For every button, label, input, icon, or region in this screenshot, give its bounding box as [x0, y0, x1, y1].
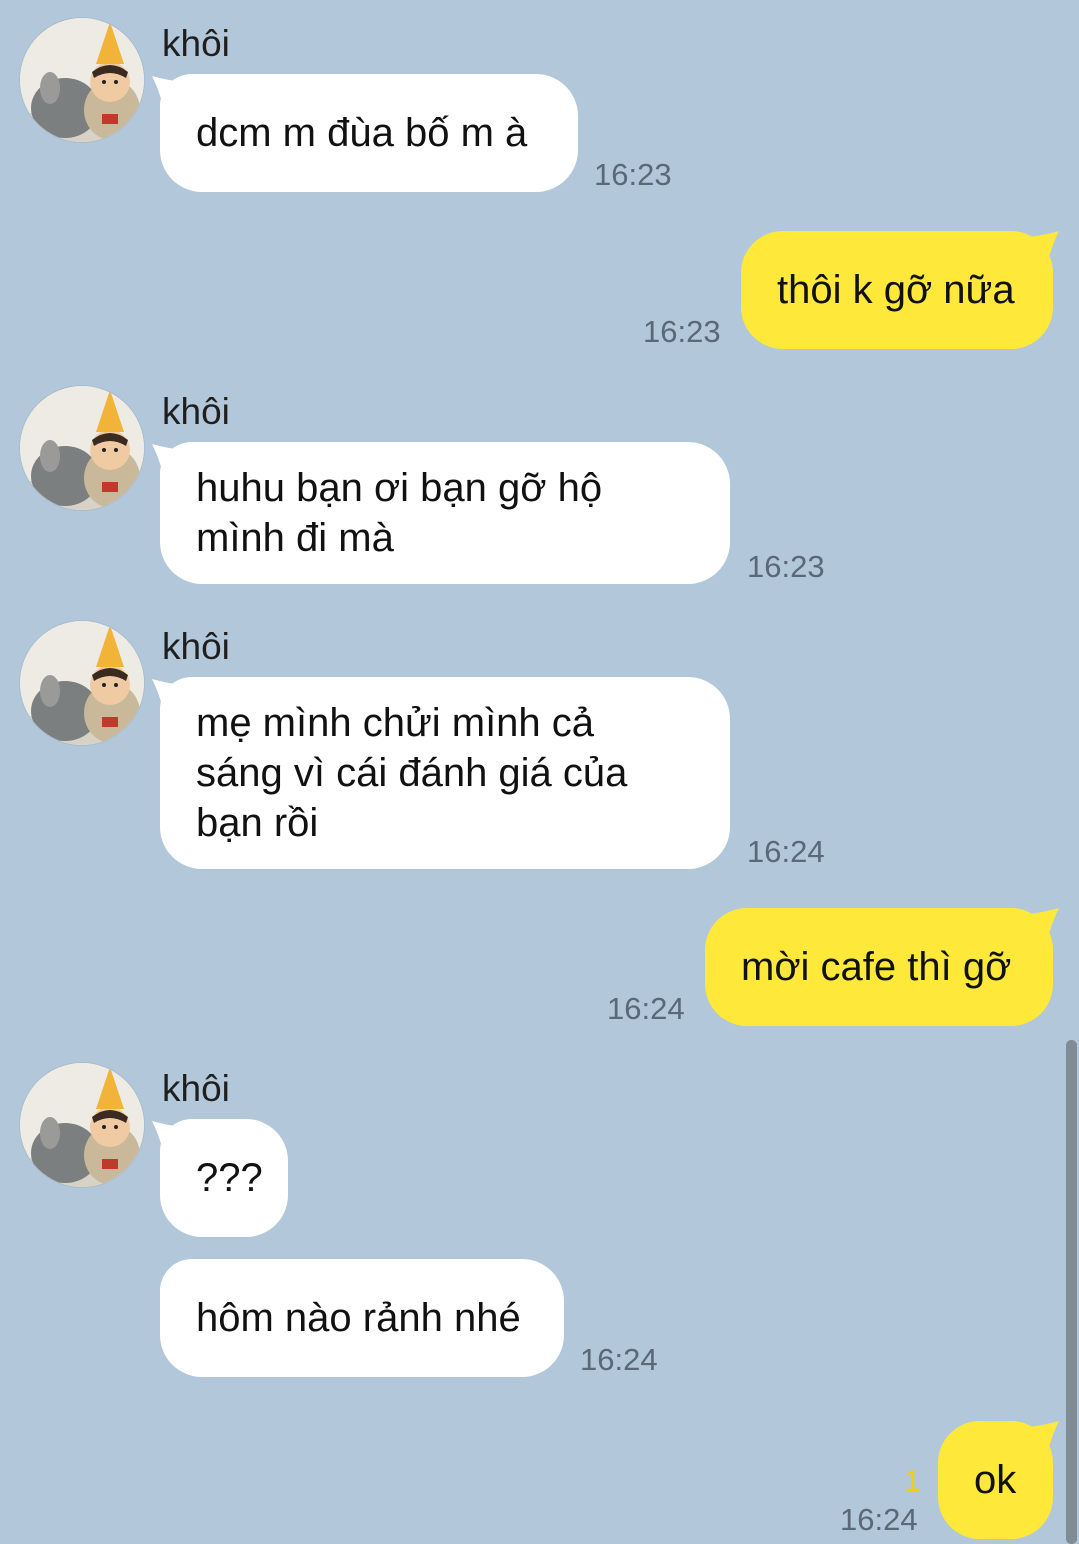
sender-name: khôi — [162, 1068, 230, 1109]
bubble-tail-icon — [152, 444, 182, 470]
avatar[interactable] — [20, 386, 144, 510]
message-text: thôi k gỡ nữa — [777, 268, 1015, 312]
unread-count-badge: 1 — [904, 1465, 921, 1498]
bubble-tail-icon — [152, 679, 182, 705]
message-time: 16:23 — [594, 157, 672, 192]
message-text: dcm m đùa bố m à — [196, 111, 528, 155]
bubble-tail-icon — [152, 1121, 182, 1147]
message-text: mời cafe thì gỡ — [741, 945, 1012, 989]
avatar[interactable] — [20, 1063, 144, 1187]
sender-name: khôi — [162, 23, 230, 64]
incoming-message-bubble[interactable]: huhu bạn ơi bạn gỡ hộ mình đi mà — [160, 442, 730, 584]
outgoing-message-bubble[interactable]: mời cafe thì gỡ — [705, 908, 1053, 1026]
sender-name: khôi — [162, 391, 230, 432]
message-time: 16:23 — [643, 314, 721, 349]
message-text: ??? — [196, 1156, 263, 1200]
bubble-tail-icon — [1029, 231, 1059, 257]
bubble-tail-icon — [1029, 1421, 1059, 1447]
message-text: ok — [974, 1458, 1017, 1502]
message-time: 16:24 — [840, 1502, 918, 1537]
message-time: 16:23 — [747, 549, 825, 584]
message-text: huhu bạn ơi bạn gỡ hộ mình đi mà — [196, 466, 603, 560]
message-time: 16:24 — [607, 991, 685, 1026]
sender-name: khôi — [162, 626, 230, 667]
outgoing-message-bubble[interactable]: thôi k gỡ nữa — [741, 231, 1053, 349]
scrollbar[interactable] — [1066, 1040, 1077, 1544]
message-text: mẹ mình chửi mình cả sáng vì cái đánh gi… — [196, 701, 628, 845]
incoming-message-bubble[interactable]: dcm m đùa bố m à — [160, 74, 578, 192]
message-text: hôm nào rảnh nhé — [196, 1296, 521, 1340]
message-time: 16:24 — [747, 834, 825, 869]
bubble-tail-icon — [1029, 908, 1059, 934]
message-time: 16:24 — [580, 1342, 658, 1377]
bubble-tail-icon — [152, 76, 182, 102]
incoming-message-bubble[interactable]: mẹ mình chửi mình cả sáng vì cái đánh gi… — [160, 677, 730, 869]
avatar[interactable] — [20, 621, 144, 745]
avatar[interactable] — [20, 18, 144, 142]
incoming-message-bubble[interactable]: hôm nào rảnh nhé — [160, 1259, 564, 1377]
